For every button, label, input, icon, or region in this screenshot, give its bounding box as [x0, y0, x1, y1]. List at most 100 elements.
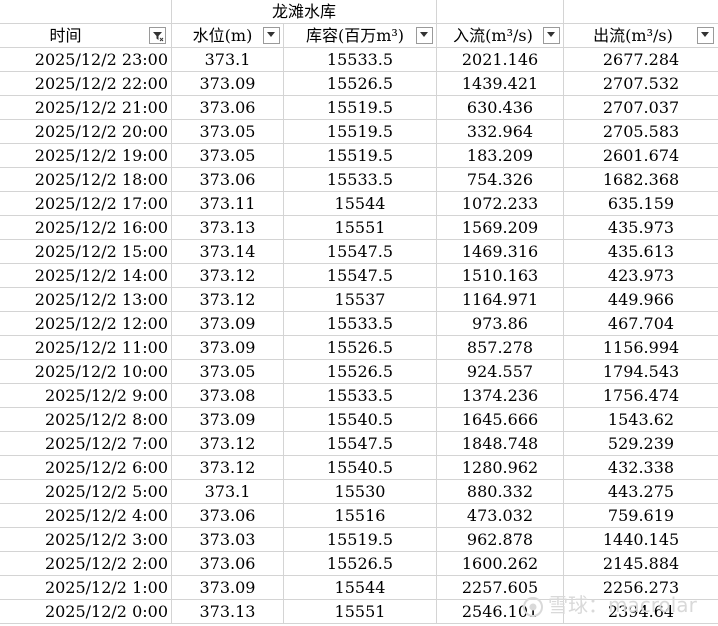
cell-inflow[interactable]: 1848.748 [437, 432, 564, 456]
cell-storage[interactable]: 15537 [284, 288, 437, 312]
title-cell-blank-3[interactable] [564, 0, 718, 24]
cell-inflow[interactable]: 924.557 [437, 360, 564, 384]
cell-time[interactable]: 2025/12/2 21:00 [0, 96, 172, 120]
cell-outflow[interactable]: 2677.284 [564, 48, 718, 72]
cell-time[interactable]: 2025/12/2 10:00 [0, 360, 172, 384]
cell-level[interactable]: 373.1 [172, 480, 284, 504]
header-level[interactable]: 水位(m) [172, 24, 284, 48]
cell-level[interactable]: 373.1 [172, 48, 284, 72]
cell-level[interactable]: 373.12 [172, 456, 284, 480]
cell-inflow[interactable]: 1645.666 [437, 408, 564, 432]
cell-inflow[interactable]: 973.86 [437, 312, 564, 336]
title-cell-blank-2[interactable] [437, 0, 564, 24]
filter-dropdown-icon[interactable] [697, 27, 714, 44]
cell-time[interactable]: 2025/12/2 3:00 [0, 528, 172, 552]
cell-time[interactable]: 2025/12/2 16:00 [0, 216, 172, 240]
cell-level[interactable]: 373.09 [172, 72, 284, 96]
cell-time[interactable]: 2025/12/2 18:00 [0, 168, 172, 192]
cell-inflow[interactable]: 1510.163 [437, 264, 564, 288]
header-inflow[interactable]: 入流(m³/s) [437, 24, 564, 48]
cell-level[interactable]: 373.11 [172, 192, 284, 216]
cell-storage[interactable]: 15519.5 [284, 96, 437, 120]
filter-active-icon[interactable] [149, 27, 166, 44]
cell-storage[interactable]: 15540.5 [284, 408, 437, 432]
cell-inflow[interactable]: 473.032 [437, 504, 564, 528]
cell-storage[interactable]: 15516 [284, 504, 437, 528]
cell-time[interactable]: 2025/12/2 4:00 [0, 504, 172, 528]
cell-level[interactable]: 373.14 [172, 240, 284, 264]
cell-storage[interactable]: 15526.5 [284, 336, 437, 360]
cell-level[interactable]: 373.05 [172, 360, 284, 384]
cell-outflow[interactable]: 1682.368 [564, 168, 718, 192]
cell-time[interactable]: 2025/12/2 14:00 [0, 264, 172, 288]
cell-inflow[interactable]: 1569.209 [437, 216, 564, 240]
filter-dropdown-icon[interactable] [416, 27, 433, 44]
cell-outflow[interactable]: 1794.543 [564, 360, 718, 384]
cell-storage[interactable]: 15547.5 [284, 264, 437, 288]
cell-time[interactable]: 2025/12/2 17:00 [0, 192, 172, 216]
cell-time[interactable]: 2025/12/2 20:00 [0, 120, 172, 144]
cell-time[interactable]: 2025/12/2 19:00 [0, 144, 172, 168]
cell-inflow[interactable]: 754.326 [437, 168, 564, 192]
cell-storage[interactable]: 15526.5 [284, 72, 437, 96]
cell-outflow[interactable]: 423.973 [564, 264, 718, 288]
cell-time[interactable]: 2025/12/2 12:00 [0, 312, 172, 336]
cell-storage[interactable]: 15519.5 [284, 528, 437, 552]
cell-outflow[interactable]: 443.275 [564, 480, 718, 504]
cell-storage[interactable]: 15533.5 [284, 312, 437, 336]
cell-storage[interactable]: 15533.5 [284, 384, 437, 408]
cell-outflow[interactable]: 435.613 [564, 240, 718, 264]
cell-outflow[interactable]: 635.159 [564, 192, 718, 216]
cell-level[interactable]: 373.13 [172, 600, 284, 624]
cell-storage[interactable]: 15547.5 [284, 240, 437, 264]
cell-outflow[interactable]: 1756.474 [564, 384, 718, 408]
cell-storage[interactable]: 15547.5 [284, 432, 437, 456]
cell-outflow[interactable]: 1543.62 [564, 408, 718, 432]
cell-time[interactable]: 2025/12/2 1:00 [0, 576, 172, 600]
cell-storage[interactable]: 15540.5 [284, 456, 437, 480]
cell-time[interactable]: 2025/12/2 6:00 [0, 456, 172, 480]
cell-outflow[interactable]: 467.704 [564, 312, 718, 336]
cell-outflow[interactable]: 2394.64 [564, 600, 718, 624]
cell-time[interactable]: 2025/12/2 13:00 [0, 288, 172, 312]
cell-storage[interactable]: 15519.5 [284, 144, 437, 168]
cell-time[interactable]: 2025/12/2 9:00 [0, 384, 172, 408]
cell-level[interactable]: 373.09 [172, 576, 284, 600]
cell-storage[interactable]: 15544 [284, 576, 437, 600]
cell-storage[interactable]: 15519.5 [284, 120, 437, 144]
cell-outflow[interactable]: 2256.273 [564, 576, 718, 600]
cell-level[interactable]: 373.12 [172, 264, 284, 288]
cell-level[interactable]: 373.03 [172, 528, 284, 552]
filter-dropdown-icon[interactable] [263, 27, 280, 44]
header-time[interactable]: 时间 [0, 24, 172, 48]
cell-inflow[interactable]: 2257.605 [437, 576, 564, 600]
cell-outflow[interactable]: 1440.145 [564, 528, 718, 552]
cell-level[interactable]: 373.08 [172, 384, 284, 408]
cell-inflow[interactable]: 630.436 [437, 96, 564, 120]
cell-level[interactable]: 373.09 [172, 336, 284, 360]
cell-outflow[interactable]: 1156.994 [564, 336, 718, 360]
cell-inflow[interactable]: 1280.962 [437, 456, 564, 480]
cell-outflow[interactable]: 2707.037 [564, 96, 718, 120]
cell-time[interactable]: 2025/12/2 22:00 [0, 72, 172, 96]
cell-inflow[interactable]: 880.332 [437, 480, 564, 504]
cell-time[interactable]: 2025/12/2 23:00 [0, 48, 172, 72]
cell-storage[interactable]: 15526.5 [284, 360, 437, 384]
cell-inflow[interactable]: 857.278 [437, 336, 564, 360]
cell-inflow[interactable]: 1469.316 [437, 240, 564, 264]
cell-outflow[interactable]: 529.239 [564, 432, 718, 456]
cell-time[interactable]: 2025/12/2 2:00 [0, 552, 172, 576]
cell-inflow[interactable]: 1164.971 [437, 288, 564, 312]
cell-inflow[interactable]: 1439.421 [437, 72, 564, 96]
cell-outflow[interactable]: 432.338 [564, 456, 718, 480]
title-cell-blank[interactable] [0, 0, 172, 24]
cell-level[interactable]: 373.05 [172, 144, 284, 168]
cell-time[interactable]: 2025/12/2 8:00 [0, 408, 172, 432]
filter-dropdown-icon[interactable] [543, 27, 560, 44]
cell-time[interactable]: 2025/12/2 15:00 [0, 240, 172, 264]
cell-inflow[interactable]: 1600.262 [437, 552, 564, 576]
cell-storage[interactable]: 15530 [284, 480, 437, 504]
cell-storage[interactable]: 15551 [284, 600, 437, 624]
cell-level[interactable]: 373.09 [172, 312, 284, 336]
cell-level[interactable]: 373.12 [172, 432, 284, 456]
